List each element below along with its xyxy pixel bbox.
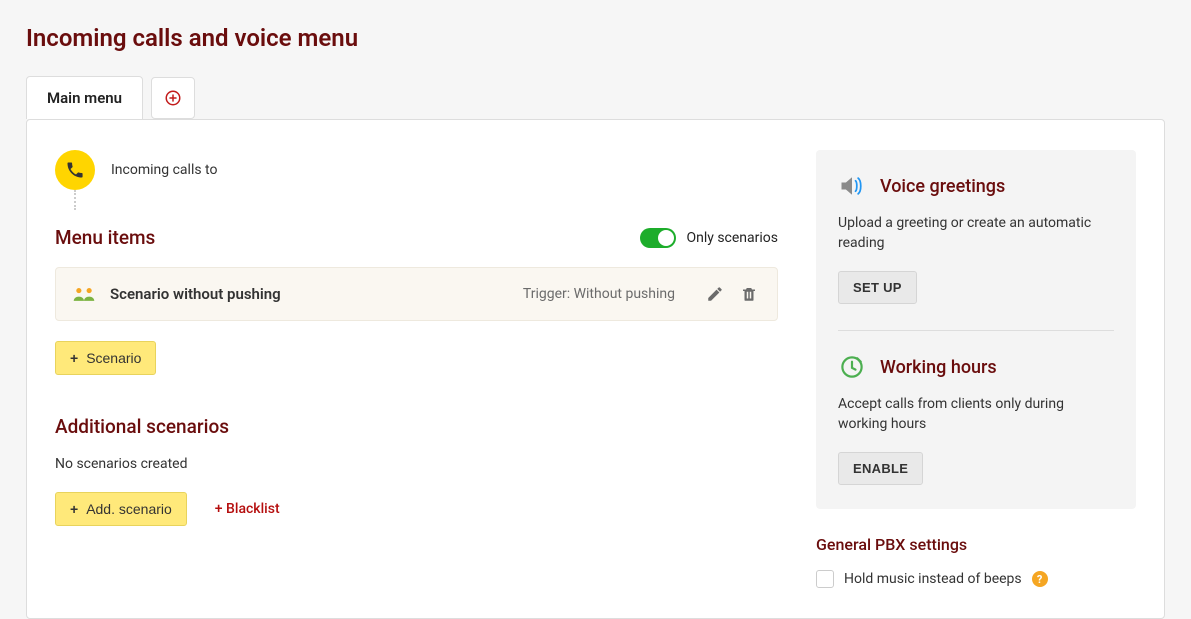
edit-scenario-button[interactable]	[703, 282, 727, 306]
main-column: Incoming calls to Menu items Only scenar…	[55, 150, 778, 588]
connector-line	[74, 190, 76, 210]
only-scenarios-label: Only scenarios	[686, 230, 778, 246]
voice-greetings-card: Voice greetings Upload a greeting or cre…	[816, 150, 1136, 509]
only-scenarios-toggle-wrap: Only scenarios	[640, 228, 778, 248]
delete-scenario-button[interactable]	[737, 282, 761, 306]
phone-badge	[55, 150, 95, 190]
hold-music-label: Hold music instead of beeps	[844, 571, 1022, 587]
tab-row: Main menu	[0, 76, 1191, 119]
additional-actions-row: + Add. scenario + Blacklist	[55, 492, 778, 526]
voice-greetings-desc: Upload a greeting or create an automatic…	[838, 214, 1114, 253]
working-hours-desc: Accept calls from clients only during wo…	[838, 395, 1114, 434]
no-scenarios-text: No scenarios created	[55, 456, 778, 472]
hold-music-row: Hold music instead of beeps ?	[816, 570, 1136, 588]
page-title: Incoming calls and voice menu	[0, 0, 1191, 76]
main-panel: Incoming calls to Menu items Only scenar…	[26, 119, 1165, 619]
voice-greetings-setup-button[interactable]: SET UP	[838, 271, 917, 304]
scenario-trigger: Trigger: Without pushing	[523, 286, 675, 302]
tab-main-menu[interactable]: Main menu	[26, 76, 143, 119]
trash-icon	[740, 285, 758, 303]
general-pbx-title: General PBX settings	[816, 535, 1136, 554]
add-tab-button[interactable]	[151, 77, 195, 119]
side-divider	[838, 330, 1114, 331]
add-additional-scenario-label: Add. scenario	[86, 501, 172, 517]
add-scenario-label: Scenario	[86, 350, 141, 366]
plus-circle-icon	[164, 89, 182, 107]
clock-icon	[838, 353, 866, 381]
menu-items-title: Menu items	[55, 226, 155, 249]
voice-greetings-title: Voice greetings	[880, 176, 1005, 197]
help-icon[interactable]: ?	[1032, 571, 1048, 587]
additional-scenarios-title: Additional scenarios	[55, 415, 778, 438]
hold-music-checkbox[interactable]	[816, 570, 834, 588]
incoming-label: Incoming calls to	[111, 162, 217, 178]
side-column: Voice greetings Upload a greeting or cre…	[816, 150, 1136, 588]
scenario-name: Scenario without pushing	[110, 285, 523, 303]
working-hours-enable-button[interactable]: ENABLE	[838, 452, 923, 485]
pencil-icon	[706, 285, 724, 303]
menu-items-header: Menu items Only scenarios	[55, 226, 778, 249]
scenario-row[interactable]: Scenario without pushing Trigger: Withou…	[55, 267, 778, 321]
blacklist-link[interactable]: + Blacklist	[215, 501, 280, 517]
add-scenario-button[interactable]: + Scenario	[55, 341, 156, 375]
incoming-row: Incoming calls to	[55, 150, 778, 190]
plus-icon: +	[70, 350, 78, 366]
group-icon	[72, 284, 96, 304]
working-hours-title: Working hours	[880, 357, 997, 378]
only-scenarios-toggle[interactable]	[640, 228, 676, 248]
add-additional-scenario-button[interactable]: + Add. scenario	[55, 492, 187, 526]
speaker-icon	[838, 172, 866, 200]
phone-icon	[65, 160, 85, 180]
plus-icon: +	[70, 501, 78, 517]
